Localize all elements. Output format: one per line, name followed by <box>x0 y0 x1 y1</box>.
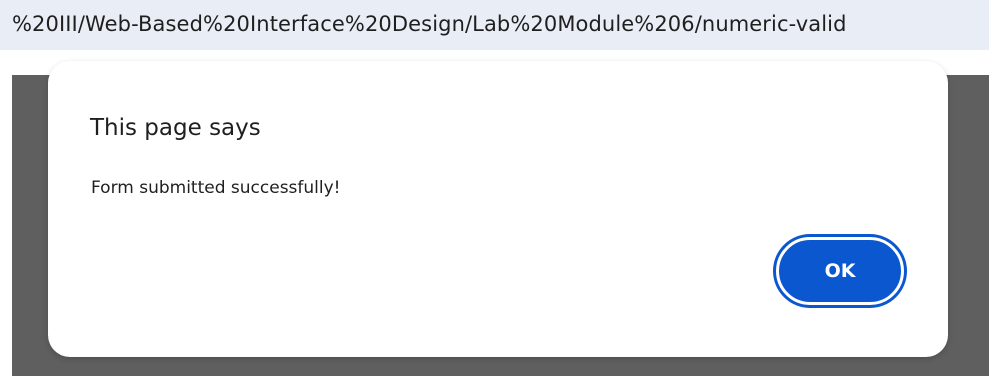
alert-dialog: This page says Form submitted successful… <box>48 61 948 357</box>
dialog-message: Form submitted successfully! <box>91 178 341 198</box>
address-bar[interactable]: %20III/Web-Based%20Interface%20Design/La… <box>0 0 989 50</box>
url-text[interactable]: %20III/Web-Based%20Interface%20Design/La… <box>12 12 847 36</box>
dialog-title: This page says <box>90 115 261 141</box>
ok-button[interactable]: OK <box>776 237 904 305</box>
